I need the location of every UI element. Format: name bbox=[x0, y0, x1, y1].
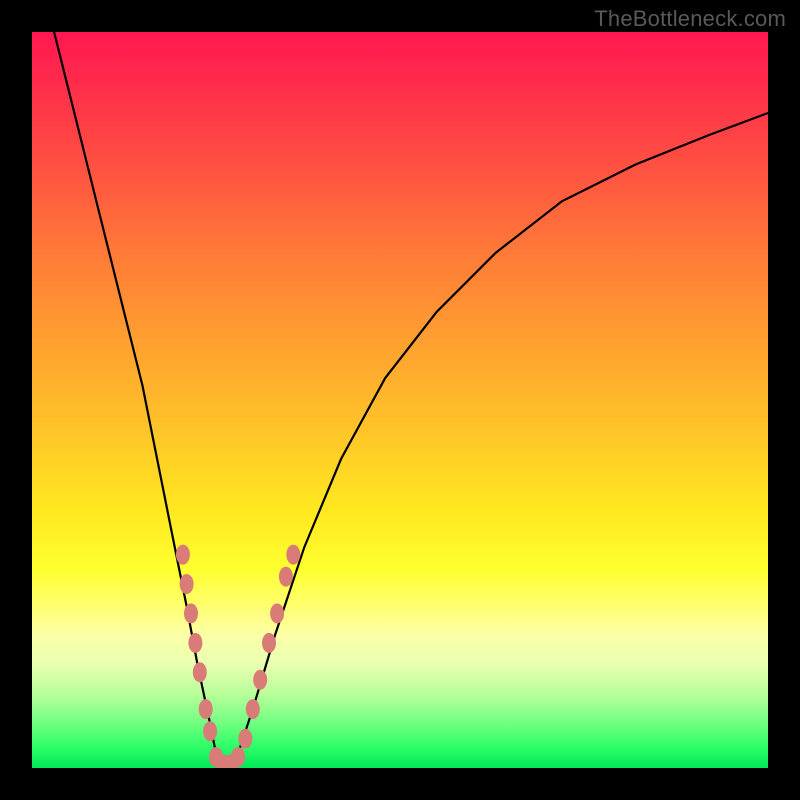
chart-plot-area bbox=[32, 32, 768, 768]
marker-point bbox=[184, 603, 198, 623]
chart-svg bbox=[32, 32, 768, 768]
marker-point bbox=[279, 567, 293, 587]
frame-border-bottom bbox=[0, 768, 800, 800]
marker-point bbox=[238, 729, 252, 749]
frame-border-left bbox=[0, 0, 32, 800]
marker-point bbox=[262, 633, 276, 653]
marker-point bbox=[199, 699, 213, 719]
highlighted-markers-group bbox=[176, 545, 300, 768]
marker-point bbox=[231, 747, 245, 767]
marker-point bbox=[188, 633, 202, 653]
marker-point bbox=[193, 662, 207, 682]
marker-point bbox=[176, 545, 190, 565]
marker-point bbox=[286, 545, 300, 565]
watermark-text: TheBottleneck.com bbox=[594, 6, 786, 32]
marker-point bbox=[253, 670, 267, 690]
marker-point bbox=[246, 699, 260, 719]
frame-border-right bbox=[768, 0, 800, 800]
marker-point bbox=[203, 721, 217, 741]
bottleneck-curve-line bbox=[54, 32, 768, 768]
marker-point bbox=[270, 603, 284, 623]
marker-point bbox=[180, 574, 194, 594]
